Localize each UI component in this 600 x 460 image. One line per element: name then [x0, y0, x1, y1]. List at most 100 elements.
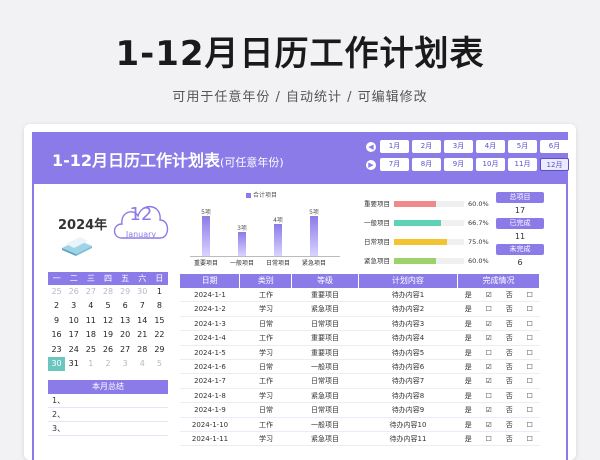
calendar-day[interactable]: 14 [134, 314, 151, 328]
checkbox-icon[interactable]: ☑ [479, 331, 500, 344]
calendar-day[interactable]: 30 [48, 356, 66, 372]
month-button[interactable]: 8月 [412, 158, 441, 171]
month-button[interactable]: 10月 [476, 158, 505, 171]
table-cell[interactable]: 紧急项目 [292, 432, 358, 445]
calendar-day[interactable]: 27 [82, 285, 99, 299]
calendar-day[interactable]: 28 [134, 343, 151, 357]
table-cell[interactable]: 2024-1-7 [180, 374, 240, 387]
table-cell[interactable]: 日常 [240, 403, 292, 416]
table-cell[interactable]: 待办内容6 [358, 360, 458, 373]
table-cell[interactable]: 日常 [240, 317, 292, 330]
column-header[interactable]: 日期 [180, 274, 240, 288]
table-cell[interactable]: 工作 [240, 331, 292, 344]
checkbox-icon[interactable]: ☐ [479, 389, 500, 402]
calendar-day[interactable]: 19 [99, 328, 116, 342]
summary-line[interactable]: 2、 [48, 408, 168, 422]
calendar-day[interactable]: 15 [151, 314, 168, 328]
table-cell[interactable]: 待办内容1 [358, 288, 458, 301]
calendar-day[interactable]: 22 [151, 328, 168, 342]
checkbox-icon[interactable]: ☐ [520, 418, 541, 431]
table-cell[interactable]: 日常项目 [292, 317, 358, 330]
month-button[interactable]: 7月 [380, 158, 409, 171]
table-cell[interactable]: 待办内容5 [358, 346, 458, 359]
calendar-day[interactable]: 30 [134, 285, 151, 299]
calendar-day[interactable]: 8 [151, 299, 168, 313]
table-cell[interactable]: 紧急项目 [292, 389, 358, 402]
table-cell[interactable]: 待办内容3 [358, 317, 458, 330]
column-header[interactable]: 等级 [292, 274, 358, 288]
column-header[interactable]: 计划内容 [358, 274, 458, 288]
table-cell[interactable]: 重要项目 [292, 288, 358, 301]
table-cell[interactable]: 待办内容7 [358, 374, 458, 387]
checkbox-icon[interactable]: ☐ [520, 374, 541, 387]
calendar-day[interactable]: 6 [117, 299, 134, 313]
table-cell[interactable]: 2024-1-1 [180, 288, 240, 301]
calendar-day[interactable]: 7 [134, 299, 151, 313]
calendar-day[interactable]: 29 [151, 343, 168, 357]
month-button[interactable]: 6月 [540, 140, 569, 153]
calendar-day[interactable]: 25 [48, 285, 65, 299]
month-button[interactable]: 1月 [380, 140, 409, 153]
table-cell[interactable]: 学习 [240, 432, 292, 445]
checkbox-icon[interactable]: ☑ [479, 374, 500, 387]
checkbox-icon[interactable]: ☐ [479, 432, 500, 445]
calendar-day[interactable]: 1 [151, 285, 168, 299]
checkbox-icon[interactable]: ☐ [520, 317, 541, 330]
table-cell[interactable]: 2024-1-6 [180, 360, 240, 373]
checkbox-icon[interactable]: ☐ [520, 346, 541, 359]
table-cell[interactable]: 学习 [240, 389, 292, 402]
calendar-day[interactable]: 3 [65, 299, 82, 313]
table-cell[interactable]: 学习 [240, 302, 292, 315]
table-cell[interactable]: 2024-1-4 [180, 331, 240, 344]
table-cell[interactable]: 2024-1-11 [180, 432, 240, 445]
table-cell[interactable]: 工作 [240, 374, 292, 387]
checkbox-icon[interactable]: ☑ [479, 418, 500, 431]
table-cell[interactable]: 重要项目 [292, 346, 358, 359]
calendar-day[interactable]: 5 [99, 299, 116, 313]
month-button[interactable]: 9月 [444, 158, 473, 171]
calendar-day[interactable]: 12 [99, 314, 116, 328]
checkbox-icon[interactable]: ☑ [479, 360, 500, 373]
month-button[interactable]: 12月 [540, 158, 569, 171]
table-cell[interactable]: 紧急项目 [292, 302, 358, 315]
column-header[interactable]: 完成情况 [458, 274, 539, 288]
calendar-day[interactable]: 9 [48, 314, 65, 328]
calendar-day[interactable]: 31 [65, 357, 82, 371]
calendar-day[interactable]: 28 [99, 285, 116, 299]
calendar-day[interactable]: 10 [65, 314, 82, 328]
checkbox-icon[interactable]: ☐ [520, 331, 541, 344]
summary-line[interactable]: 1、 [48, 394, 168, 408]
calendar-day[interactable]: 4 [82, 299, 99, 313]
table-cell[interactable]: 工作 [240, 418, 292, 431]
table-cell[interactable]: 日常项目 [292, 374, 358, 387]
table-cell[interactable]: 一般项目 [292, 360, 358, 373]
checkbox-icon[interactable]: ☑ [479, 288, 500, 301]
table-cell[interactable]: 2024-1-8 [180, 389, 240, 402]
calendar-day[interactable]: 26 [65, 285, 82, 299]
calendar-day[interactable]: 4 [134, 357, 151, 371]
checkbox-icon[interactable]: ☐ [520, 360, 541, 373]
table-cell[interactable]: 待办内容11 [358, 432, 458, 445]
checkbox-icon[interactable]: ☐ [520, 432, 541, 445]
month-button[interactable]: 2月 [412, 140, 441, 153]
table-cell[interactable]: 2024-1-10 [180, 418, 240, 431]
checkbox-icon[interactable]: ☐ [520, 389, 541, 402]
calendar-day[interactable]: 5 [151, 357, 168, 371]
calendar-day[interactable]: 13 [117, 314, 134, 328]
checkbox-icon[interactable]: ☐ [479, 346, 500, 359]
table-cell[interactable]: 待办内容8 [358, 389, 458, 402]
calendar-day[interactable]: 20 [117, 328, 134, 342]
month-button[interactable]: 5月 [508, 140, 537, 153]
table-cell[interactable]: 待办内容2 [358, 302, 458, 315]
table-cell[interactable]: 2024-1-3 [180, 317, 240, 330]
calendar-day[interactable]: 24 [65, 343, 82, 357]
month-button[interactable]: 3月 [444, 140, 473, 153]
column-header[interactable]: 类别 [240, 274, 292, 288]
calendar-day[interactable]: 1 [82, 357, 99, 371]
next-icon[interactable]: ▶ [366, 160, 376, 170]
calendar-day[interactable]: 18 [82, 328, 99, 342]
calendar-day[interactable]: 3 [117, 357, 134, 371]
prev-icon[interactable]: ◀ [366, 142, 376, 152]
table-cell[interactable]: 待办内容9 [358, 403, 458, 416]
calendar-day[interactable]: 17 [65, 328, 82, 342]
